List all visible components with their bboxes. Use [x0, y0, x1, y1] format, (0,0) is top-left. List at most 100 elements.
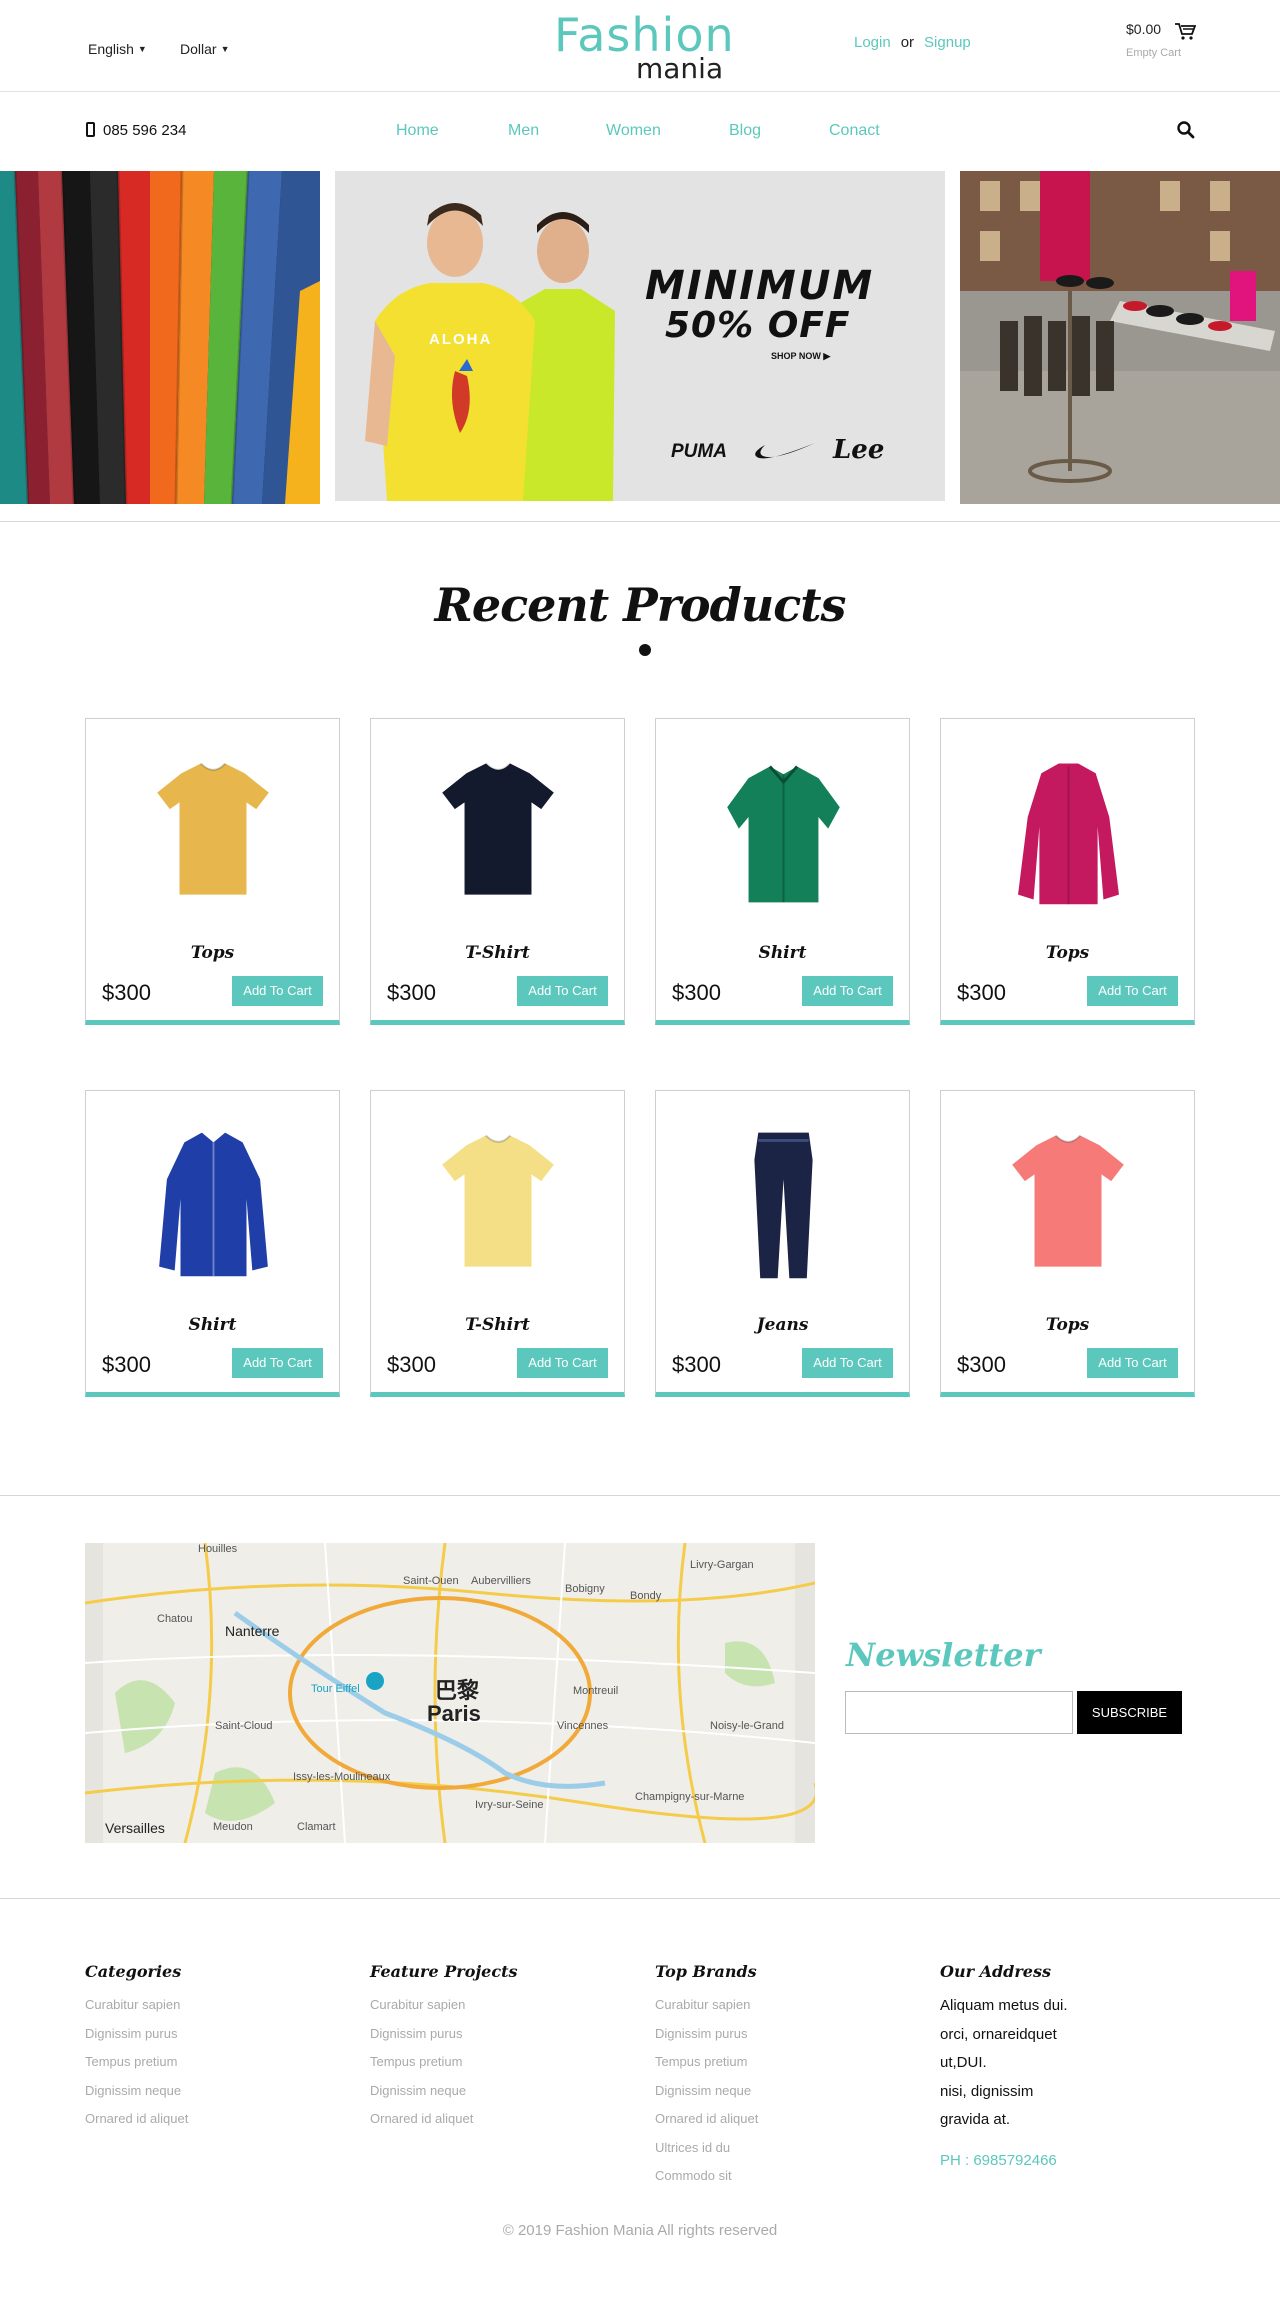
add-to-cart-button[interactable]: Add To Cart [802, 976, 893, 1006]
footer-column-title: Feature Projects [370, 1962, 518, 1981]
product-price: $300 [102, 980, 151, 1005]
footer-column-title: Categories [85, 1962, 182, 1981]
site-logo[interactable]: Fashion mania [548, 8, 748, 85]
add-to-cart-button[interactable]: Add To Cart [1087, 1348, 1178, 1378]
auth-or-text: or [900, 34, 915, 51]
location-map[interactable]: 巴黎 Paris Nanterre Saint-Ouen Aubervillie… [85, 1543, 815, 1843]
footer-address-title: Our Address [940, 1962, 1051, 1981]
nav-item-men[interactable]: Men [508, 122, 539, 140]
product-name: Tops [1045, 943, 1090, 963]
map-label: Saint-Cloud [215, 1720, 273, 1732]
footer-link[interactable]: Dignissim purus [370, 2026, 630, 2055]
address-line: ut,DUI. [940, 2054, 987, 2071]
product-card[interactable]: Shirt $300 Add To Cart [655, 718, 910, 1025]
phone-text: 085 596 234 [103, 122, 187, 139]
footer-link[interactable]: Curabitur sapien [655, 1997, 915, 2026]
map-label: Issy-les-Moulineaux [293, 1771, 391, 1783]
footer-column: Feature Projects Curabitur sapien Dignissi… [370, 1962, 630, 2140]
map-label: Chatou [157, 1613, 193, 1625]
product-image [727, 765, 840, 903]
map-label: Noisy-le-Grand [710, 1720, 784, 1732]
product-name: Tops [190, 943, 235, 963]
language-select[interactable]: English ▼ [88, 41, 147, 57]
newsletter-email-input[interactable] [845, 1691, 1073, 1734]
currency-label: Dollar [180, 41, 217, 57]
banner-tshirt-text: ALOHA [429, 331, 493, 348]
cart-icon [1175, 23, 1196, 40]
nike-swoosh-icon [755, 443, 815, 459]
brand-lee: Lee [833, 435, 885, 465]
nav-item-home[interactable]: Home [396, 122, 439, 140]
footer-link[interactable]: Tempus pretium [655, 2054, 915, 2083]
banner-heading-2: 50% OFF [665, 305, 851, 346]
signup-link[interactable]: Signup [924, 34, 971, 51]
product-card[interactable]: Tops $300 Add To Cart [85, 718, 340, 1025]
cart-widget[interactable]: $0.00 Empty Cart [1126, 21, 1226, 63]
product-name: Shirt [188, 1315, 237, 1335]
nav-item-blog[interactable]: Blog [729, 122, 761, 140]
nav-item-women[interactable]: Women [606, 122, 661, 140]
slide-image-shirts [0, 171, 320, 504]
currency-select[interactable]: Dollar ▼ [180, 41, 230, 57]
footer-link[interactable]: Ultrices id du [655, 2140, 915, 2169]
nav-item-contact[interactable]: Conact [829, 122, 880, 140]
auth-links: Login or Signup [854, 34, 971, 51]
map-label: Champigny-sur-Marne [635, 1791, 745, 1803]
footer-link[interactable]: Curabitur sapien [85, 1997, 345, 2026]
product-image [159, 1132, 268, 1277]
map-label: Nanterre [225, 1623, 280, 1639]
map-label: Ivry-sur-Seine [475, 1799, 544, 1811]
add-to-cart-button[interactable]: Add To Cart [517, 976, 608, 1006]
language-label: English [88, 41, 134, 57]
product-card[interactable]: Jeans $300 Add To Cart [655, 1090, 910, 1397]
footer-phone: PH : 6985792466 [940, 2151, 1057, 2169]
shop-now-link[interactable]: SHOP NOW ▶ [771, 351, 830, 362]
logo-text-bottom: mania [636, 52, 724, 85]
chevron-down-icon: ▼ [137, 44, 147, 54]
product-price: $300 [102, 1352, 151, 1377]
login-link[interactable]: Login [854, 34, 891, 51]
footer-column-title: Top Brands [655, 1962, 757, 1981]
footer-link[interactable]: Commodo sit [655, 2168, 915, 2197]
newsletter-title: Newsletter [846, 1636, 1041, 1674]
map-label: Meudon [213, 1821, 253, 1833]
footer-link[interactable]: Ornared id aliquet [85, 2111, 345, 2140]
add-to-cart-button[interactable]: Add To Cart [232, 976, 323, 1006]
phone-number: 085 596 234 [86, 122, 186, 139]
map-label: Bondy [630, 1590, 662, 1602]
footer-link[interactable]: Dignissim neque [655, 2083, 915, 2112]
footer-link[interactable]: Curabitur sapien [370, 1997, 630, 2026]
add-to-cart-button[interactable]: Add To Cart [1087, 976, 1178, 1006]
footer-link[interactable]: Dignissim purus [655, 2026, 915, 2055]
search-icon[interactable] [1176, 120, 1196, 140]
map-label: Tour Eiffel [311, 1683, 360, 1695]
slider-dot-2[interactable] [639, 644, 651, 656]
address-line: Aliquam metus dui. [940, 1997, 1068, 2014]
footer-link[interactable]: Dignissim purus [85, 2026, 345, 2055]
add-to-cart-button[interactable]: Add To Cart [232, 1348, 323, 1378]
slide-banner-sale: ALOHA MINIMUM 50% OFF SHOP NOW ▶ PUMA Le… [335, 171, 945, 501]
product-name: T-Shirt [465, 1315, 530, 1335]
footer-link[interactable]: Dignissim neque [370, 2083, 630, 2112]
slider-dot-1[interactable] [618, 644, 630, 656]
footer-link[interactable]: Tempus pretium [85, 2054, 345, 2083]
footer-link[interactable]: Ornared id aliquet [370, 2111, 630, 2140]
product-card[interactable]: Tops $300 Add To Cart [940, 1090, 1195, 1397]
hero-slider[interactable]: ALOHA MINIMUM 50% OFF SHOP NOW ▶ PUMA Le… [0, 171, 1280, 656]
footer-link[interactable]: Dignissim neque [85, 2083, 345, 2112]
add-to-cart-button[interactable]: Add To Cart [517, 1348, 608, 1378]
product-card[interactable]: Shirt $300 Add To Cart [85, 1090, 340, 1397]
subscribe-button[interactable]: SUBSCRIBE [1077, 1691, 1182, 1734]
product-card[interactable]: T-Shirt $300 Add To Cart [370, 718, 625, 1025]
product-card[interactable]: T-Shirt $300 Add To Cart [370, 1090, 625, 1397]
product-name: Tops [1045, 1315, 1090, 1335]
footer-link[interactable]: Ornared id aliquet [655, 2111, 915, 2140]
product-card[interactable]: Tops $300 Add To Cart [940, 718, 1195, 1025]
divider [0, 521, 1280, 522]
footer-link[interactable]: Tempus pretium [370, 2054, 630, 2083]
footer-address: Our Address Aliquam metus dui. orci, orn… [940, 1962, 1200, 2169]
brand-puma: PUMA [671, 441, 727, 462]
product-image [442, 762, 554, 895]
slider-dot-3[interactable] [660, 644, 672, 656]
add-to-cart-button[interactable]: Add To Cart [802, 1348, 893, 1378]
